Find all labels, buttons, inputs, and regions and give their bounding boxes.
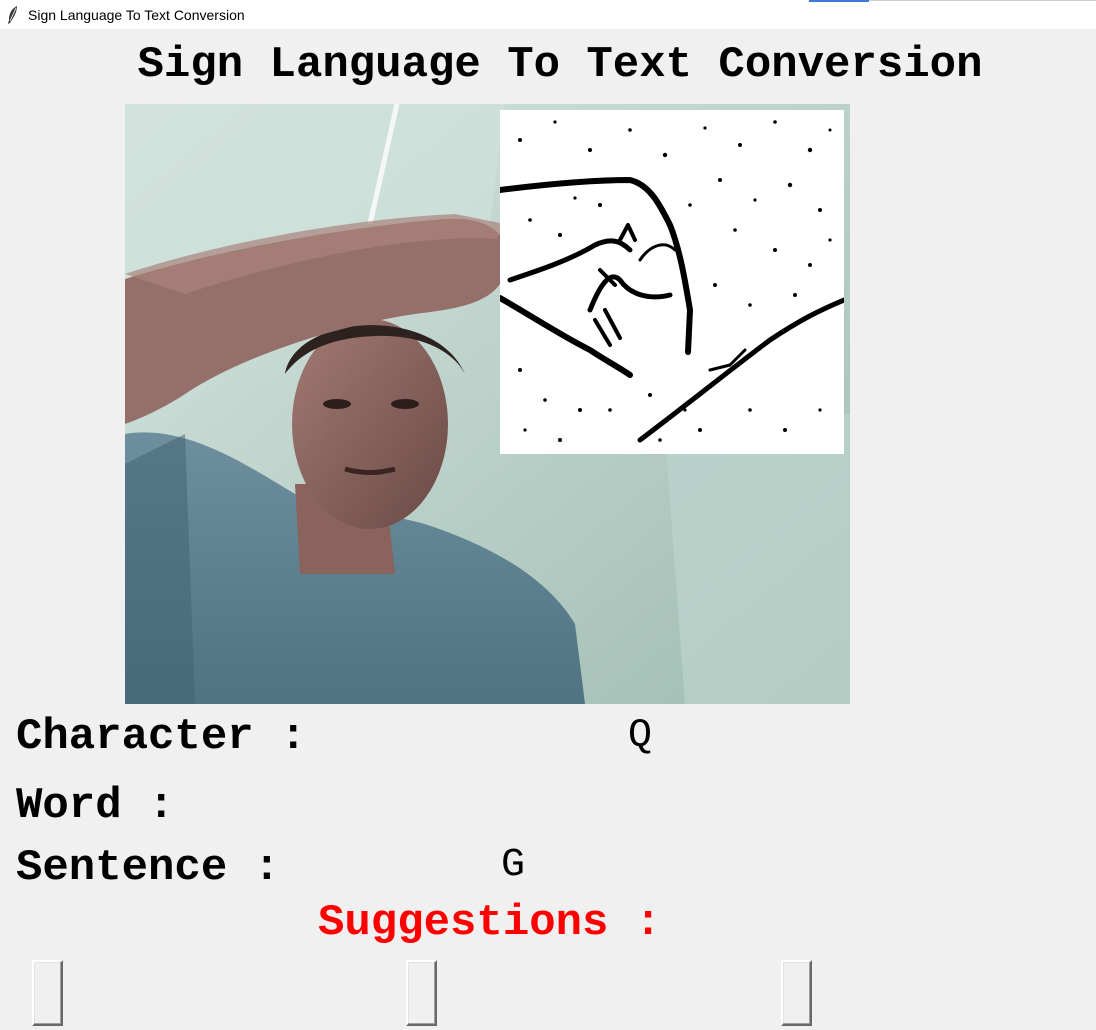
suggestion-button-2[interactable] xyxy=(406,960,437,1026)
window-titlebar: Sign Language To Text Conversion xyxy=(0,0,1096,29)
window-title: Sign Language To Text Conversion xyxy=(28,6,245,23)
character-label: Character : xyxy=(16,712,307,762)
word-label: Word : xyxy=(16,781,175,831)
sentence-value: G xyxy=(501,843,526,888)
suggestion-button-1[interactable] xyxy=(32,960,63,1026)
suggestions-label: Suggestions : xyxy=(318,898,662,948)
hand-roi-threshold xyxy=(500,110,844,454)
titlebar-divider xyxy=(869,0,1096,1)
character-value: Q xyxy=(628,714,653,759)
titlebar-accent xyxy=(809,0,869,2)
feather-icon xyxy=(6,5,20,24)
page-title: Sign Language To Text Conversion xyxy=(137,40,983,90)
suggestion-button-3[interactable] xyxy=(781,960,812,1026)
sentence-label: Sentence : xyxy=(16,843,281,893)
